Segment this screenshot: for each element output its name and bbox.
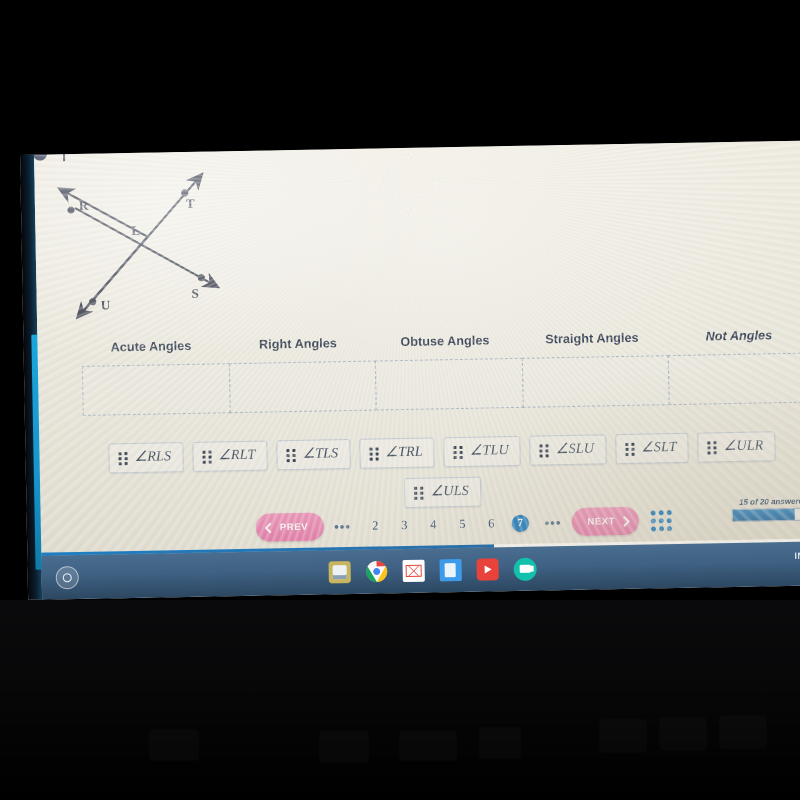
chevron-right-icon [623,515,630,527]
category-header-straight: Straight Angles [518,328,665,357]
chip-label: ∠TLS [302,446,339,462]
laptop-photo: R T L U S Acute Angles Right Angles Obtu… [0,0,800,800]
youtube-app-icon[interactable] [475,558,499,581]
category-label: Acute Angles [110,338,192,355]
angle-diagram: R T L U S [34,159,257,323]
point-label-t: T [185,195,195,211]
draggable-chip[interactable]: ∠RLT [191,440,268,472]
draggable-chip-row-1: ∠RLS ∠RLT ∠TLS ∠TRL ∠TLU ∠SLU ∠SLT ∠ULR [77,431,800,474]
question-grid-icon[interactable] [650,509,673,531]
drop-zone-right[interactable] [228,360,377,414]
intersecting-lines-svg [56,172,221,320]
prev-label: PREV [279,521,309,533]
drop-zone-not-angles[interactable] [668,352,800,406]
pagination-ellipsis-left[interactable]: ••• [334,519,351,534]
draggable-chip[interactable]: ∠SLT [614,432,689,465]
drag-handle-icon[interactable] [286,449,296,463]
category-header-not-angles: Not Angles [665,326,800,355]
progress-bar [731,507,800,523]
pagination: PREV ••• 2 3 4 5 6 7 ••• NEXT [255,506,673,542]
chip-label: ∠SLU [555,441,595,458]
page-number-current[interactable]: 7 [511,514,529,532]
meet-app-icon[interactable] [512,557,537,581]
chip-label: ∠ULR [723,438,764,455]
page-number-3[interactable]: 3 [390,517,419,533]
point-label-l: L [131,222,141,238]
category-header-obtuse: Obtuse Angles [371,331,518,360]
category-label: Not Angles [705,328,773,344]
page-number-5[interactable]: 5 [448,516,477,532]
drag-handle-icon[interactable] [369,447,379,461]
progress-indicator: 15 of 20 answered [731,496,800,523]
chip-label: ∠RLS [134,449,172,465]
chip-label: ∠ULS [430,483,470,500]
drag-handle-icon[interactable] [539,444,549,458]
page-number-4[interactable]: 4 [419,517,448,533]
page-number-2[interactable]: 2 [361,518,390,534]
shelf-app-list [41,547,800,593]
drag-handle-icon[interactable] [624,442,635,456]
next-button[interactable]: NEXT [571,506,640,536]
category-header-acute: Acute Angles [77,336,224,365]
point-label-u: U [100,297,111,313]
draggable-chip[interactable]: ∠TLS [276,438,351,471]
contacts-app-icon[interactable] [327,561,351,584]
chip-label: ∠SLT [640,440,677,456]
prev-button[interactable]: PREV [255,512,325,542]
progress-label: 15 of 20 answered [738,496,800,507]
drag-handle-icon[interactable] [707,441,717,455]
chevron-left-icon [265,522,272,533]
chip-label: ∠TRL [385,444,423,461]
gmail-app-icon[interactable] [401,559,425,583]
draggable-chip[interactable]: ∠SLU [529,434,607,466]
drag-handle-icon[interactable] [414,486,424,500]
category-label: Straight Angles [545,330,639,347]
draggable-chip[interactable]: ∠TRL [359,437,436,469]
drag-handle-icon[interactable] [453,445,463,460]
drop-zone-obtuse[interactable] [375,357,524,411]
draggable-chip[interactable]: ∠TLU [443,435,522,468]
drop-zone-acute[interactable] [81,363,231,416]
point-label-s: S [191,285,199,301]
chip-label: ∠TLU [469,443,509,459]
laptop-screen: R T L U S Acute Angles Right Angles Obtu… [20,140,800,600]
drag-handle-icon[interactable] [118,452,128,466]
draggable-chip-row-2: ∠ULS [78,471,800,514]
draggable-chip[interactable]: ∠ULS [404,476,482,509]
progress-bar-fill [732,508,795,521]
docs-app-icon[interactable] [438,558,462,582]
drop-zone-straight[interactable] [521,355,671,408]
activity-page: R T L U S Acute Angles Right Angles Obtu… [32,140,800,600]
page-number-6[interactable]: 6 [477,516,506,532]
draggable-chip[interactable]: ∠ULR [697,431,776,463]
laptop-keyboard [0,600,800,800]
chrome-app-icon[interactable] [365,560,387,583]
drag-handle-icon[interactable] [202,450,212,464]
category-label: Obtuse Angles [400,333,490,350]
chip-label: ∠RLT [218,447,256,464]
system-tray-label[interactable]: INTL [794,550,800,560]
category-label: Right Angles [258,336,338,352]
draggable-chip[interactable]: ∠RLS [108,442,184,474]
category-header-right: Right Angles [224,334,371,363]
point-label-r: R [78,197,89,213]
pagination-ellipsis-right[interactable]: ••• [545,515,562,530]
next-label: NEXT [587,515,616,528]
